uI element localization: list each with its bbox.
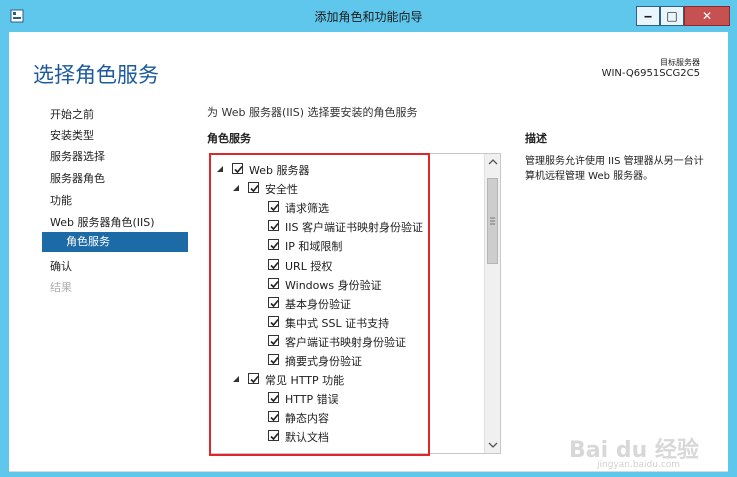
tree-row-label: 常见 HTTP 功能 [265, 374, 345, 388]
checkbox[interactable] [268, 354, 279, 365]
nav-item[interactable]: 安装类型 [50, 127, 94, 143]
title-bar[interactable]: 添加角色和功能向导 ‒ □ ✕ [0, 0, 737, 32]
checkmark-icon [270, 242, 279, 250]
expand-triangle-icon[interactable] [216, 165, 224, 173]
tree-row[interactable]: HTTP 错误 [210, 389, 480, 408]
checkmark-icon [270, 414, 279, 422]
description-header: 描述 [525, 132, 547, 145]
checkbox[interactable] [268, 220, 279, 232]
checkbox[interactable] [268, 201, 279, 213]
tree-row[interactable]: 客户端证书映射身份验证 [210, 332, 480, 351]
checkbox[interactable] [248, 182, 259, 194]
checkmark-icon [270, 299, 279, 307]
nav-item[interactable]: 确认 [50, 258, 72, 274]
tree-row[interactable]: 基本身份验证 [210, 294, 480, 313]
tree-row[interactable]: Windows 身份验证 [210, 275, 480, 294]
tree-row[interactable]: URL 授权 [210, 256, 480, 275]
checkbox[interactable] [268, 315, 279, 327]
watermark-url: jingyan.baidu.com [597, 460, 681, 470]
expand-triangle-icon[interactable] [232, 375, 240, 383]
checkmark-icon [250, 376, 259, 384]
wizard-window: 添加角色和功能向导 ‒ □ ✕ 选择角色服务 目标服务器 WIN-Q6951SC… [0, 0, 737, 477]
divider [9, 471, 728, 472]
tree-row-label: 默认文档 [285, 431, 329, 445]
checkbox[interactable] [232, 163, 243, 174]
tree-row[interactable]: 默认文档 [210, 427, 480, 446]
tree-row-label: Windows 身份验证 [285, 278, 382, 292]
page-title: 选择角色服务 [33, 63, 159, 87]
checkmark-icon [270, 261, 279, 269]
tree-row-label: HTTP 错误 [285, 393, 339, 407]
checkbox[interactable] [268, 411, 279, 423]
tree-row-label: Web 服务器 [249, 164, 310, 177]
tree-row-label: IP 和域限制 [285, 240, 343, 254]
checkbox[interactable] [268, 334, 279, 346]
checkmark-icon [270, 395, 279, 403]
tree-row-label: 摘要式身份验证 [285, 355, 362, 368]
tree-row-label: 请求筛选 [285, 202, 329, 216]
tree-row[interactable]: 安全性 [210, 179, 480, 198]
nav-item[interactable]: 开始之前 [50, 106, 94, 122]
checkbox[interactable] [268, 430, 279, 442]
grip-icon [490, 217, 495, 225]
tree-row[interactable]: 静态内容 [210, 408, 480, 427]
tree-row[interactable]: 常见 HTTP 功能 [210, 370, 480, 389]
vertical-scrollbar[interactable] [484, 154, 500, 453]
tree-row-label: 静态内容 [285, 412, 329, 426]
checkmark-icon [270, 204, 279, 212]
minimize-button[interactable]: ‒ [636, 6, 660, 26]
nav-item[interactable]: 角色服务 [42, 232, 188, 252]
description-text: 管理服务允许使用 IIS 管理器从另一台计算机远程管理 Web 服务器。 [525, 156, 704, 182]
checkmark-icon [270, 433, 279, 441]
window-title: 添加角色和功能向导 [314, 10, 423, 24]
role-services-header: 角色服务 [207, 132, 251, 145]
nav-item[interactable]: Web 服务器角色(IIS) [50, 214, 155, 230]
checkbox[interactable] [268, 258, 279, 270]
checkmark-icon [270, 223, 279, 231]
tree-row[interactable]: 摘要式身份验证 [210, 351, 480, 370]
scroll-up-arrow-icon[interactable] [485, 154, 501, 170]
expand-triangle-icon[interactable] [232, 184, 240, 192]
tree-row-label: IIS 客户端证书映射身份验证 [285, 221, 423, 235]
tree-row[interactable]: Web 服务器 [210, 160, 480, 179]
checkbox[interactable] [268, 277, 279, 289]
nav-item[interactable]: 服务器选择 [50, 148, 105, 164]
tree-row[interactable]: IIS 客户端证书映射身份验证 [210, 217, 480, 236]
nav-item[interactable]: 功能 [50, 192, 72, 208]
tree-row[interactable]: IP 和域限制 [210, 236, 480, 255]
tree-row-label: 客户端证书映射身份验证 [285, 335, 406, 349]
tree-row-label: 集中式 SSL 证书支持 [285, 316, 390, 330]
checkmark-icon [270, 280, 279, 288]
checkbox[interactable] [268, 296, 279, 308]
tree-row-label: 安全性 [265, 183, 298, 197]
tree-row[interactable]: 集中式 SSL 证书支持 [210, 313, 480, 332]
close-button[interactable]: ✕ [684, 6, 730, 26]
instruction-text: 为 Web 服务器(IIS) 选择要安装的角色服务 [207, 106, 418, 119]
maximize-button[interactable]: □ [660, 6, 684, 26]
checkmark-icon [250, 185, 259, 193]
checkbox[interactable] [268, 392, 279, 404]
checkbox[interactable] [268, 239, 279, 251]
tree-row-label: 基本身份验证 [285, 297, 351, 311]
destination-server-name: WIN-Q6951SCG2C5 [601, 68, 700, 79]
checkmark-icon [270, 356, 279, 365]
wizard-content: 选择角色服务 目标服务器 WIN-Q6951SCG2C5 开始之前安装类型服务器… [9, 32, 728, 472]
destination-server-label: 目标服务器 [660, 58, 700, 67]
checkmark-icon [270, 318, 279, 326]
scroll-thumb[interactable] [487, 178, 498, 264]
nav-item[interactable]: 服务器角色 [50, 170, 105, 186]
checkmark-icon [270, 337, 279, 346]
nav-item: 结果 [50, 281, 72, 294]
scroll-down-arrow-icon[interactable] [485, 437, 501, 453]
tree-row[interactable]: 请求筛选 [210, 198, 480, 217]
role-services-tree[interactable]: Web 服务器 安全性请求筛选 IIS 客户端证书映射身份验证 IP 和域限制 URL … [209, 153, 501, 454]
checkbox[interactable] [248, 373, 259, 385]
checkmark-icon [234, 165, 243, 174]
tree-row-label: URL 授权 [285, 259, 333, 273]
